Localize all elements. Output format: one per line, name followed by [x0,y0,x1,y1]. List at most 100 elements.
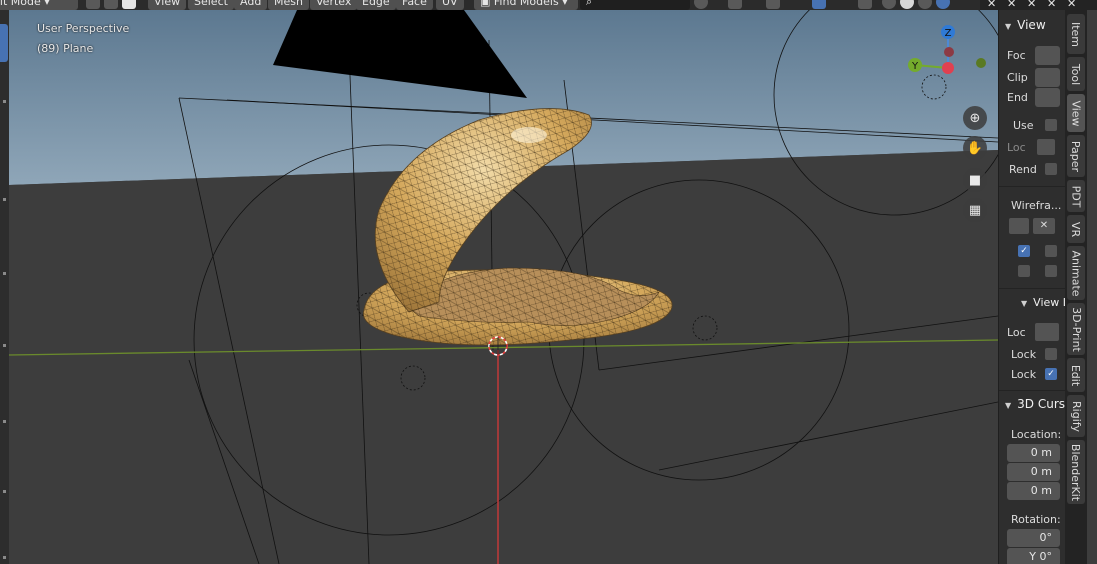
tab-paper[interactable]: Paper [1067,135,1085,177]
3d-viewport[interactable]: Z Y User Perspective (89) Plane ⊕ ✋ ■ ▦ [9,10,998,564]
select-extend-icon[interactable] [104,0,118,9]
wireframe-mode-icon[interactable] [1009,218,1029,234]
tab-rigify-label: Rigify [1069,400,1083,432]
menu-face[interactable]: Face [396,0,433,10]
use-camera-checkbox[interactable] [1045,119,1057,131]
close-icon[interactable]: ✕ [1007,0,1016,10]
close-icon[interactable]: ✕ [1047,0,1056,10]
clip-start-label: Clip [1007,71,1028,84]
close-icon[interactable]: ✕ [987,0,996,10]
tab-vr[interactable]: VR [1067,215,1085,243]
wireframe-shading-icon[interactable] [882,0,896,9]
material-shading-icon[interactable] [918,0,932,9]
view-lock-header[interactable]: ▼ View L [1021,296,1065,309]
snapping-icon[interactable] [766,0,780,9]
tab-paper-label: Paper [1069,140,1083,172]
menu-select[interactable]: Select [188,0,234,10]
viewport-scene: Z Y [9,10,998,564]
overlay-option-checkbox[interactable]: ✓ [1018,245,1030,257]
3d-cursor-title: 3D Curs [1017,397,1065,411]
tab-tool[interactable]: Tool [1067,57,1085,91]
tab-rigify[interactable]: Rigify [1067,395,1085,437]
mode-label: Edit Mode [0,0,41,8]
tool-expand-icon[interactable] [3,420,6,423]
select-box-icon[interactable] [122,0,136,9]
mode-dropdown[interactable]: Edit Mode ▾ [0,0,78,10]
ground-plane [9,150,998,564]
tab-item[interactable]: Item [1067,14,1085,54]
select-mode-icon[interactable] [86,0,100,9]
rendered-shading-icon[interactable] [936,0,950,9]
rotation-y-field[interactable]: Y 0° [1007,548,1060,564]
tool-expand-icon[interactable] [3,344,6,347]
search-input[interactable]: ⌕ [580,0,690,10]
close-icon[interactable]: ✕ [1067,0,1076,10]
3d-cursor-header[interactable]: ▼ 3D Curs [1005,397,1065,411]
overlay-option-checkbox[interactable] [1045,245,1057,257]
right-edge [1087,10,1097,564]
gizmo-y-label: Y [911,61,919,72]
location-y-field[interactable]: 0 m [1007,463,1060,481]
clip-start-field[interactable] [1035,68,1060,87]
find-models-dropdown[interactable]: ▣ Find Models ▾ [474,0,578,10]
hand-pan-icon[interactable]: ✋ [963,136,987,160]
tool-expand-icon[interactable] [3,272,6,275]
tab-view[interactable]: View [1067,94,1085,132]
location-z-field[interactable]: 0 m [1007,482,1060,500]
sidebar-tabs: Item Tool View Paper PDT VR Animate 3D-P… [1065,10,1087,564]
lock-camera-checkbox[interactable]: ✓ [1045,368,1057,380]
active-object-label: (89) Plane [37,42,94,55]
close-icon[interactable]: ✕ [1027,0,1036,10]
menu-vertex[interactable]: Vertex [310,0,358,10]
tab-animate-label: Animate [1069,249,1083,297]
rotation-x-field[interactable]: 0° [1007,529,1060,547]
tool-shelf [0,10,9,564]
clear-search-icon[interactable] [694,0,708,9]
view-panel-header[interactable]: ▼ View [1005,18,1046,32]
local-camera-label: Loc [1007,141,1026,154]
transform-pivot-icon[interactable] [728,0,742,9]
tab-animate[interactable]: Animate [1067,246,1085,300]
3d-cursor-icon[interactable] [488,336,508,356]
menu-uv[interactable]: UV [436,0,464,10]
close-icon[interactable]: ✕ [1033,218,1055,234]
tab-pdt-label: PDT [1069,185,1083,207]
menu-view[interactable]: View [148,0,187,10]
tool-expand-icon[interactable] [3,100,6,103]
focal-length-field[interactable] [1035,46,1060,65]
grid-perspective-icon[interactable]: ▦ [963,198,987,222]
clip-end-field[interactable] [1035,88,1060,107]
menu-mesh[interactable]: Mesh [268,0,309,10]
tool-expand-icon[interactable] [3,556,6,559]
tool-expand-icon[interactable] [3,490,6,493]
location-label: Location: [1011,428,1062,441]
lock-to-cursor-checkbox[interactable] [1045,348,1057,360]
menu-add[interactable]: Add [234,0,268,10]
solid-shading-icon[interactable] [900,0,914,9]
section-divider [999,186,1065,187]
tab-edit[interactable]: Edit [1067,358,1085,392]
tab-view-label: View [1069,99,1083,127]
local-camera-picker[interactable] [1037,139,1055,155]
xray-icon[interactable] [858,0,872,9]
overlays-icon[interactable] [812,0,826,9]
view-lock-title: View L [1033,296,1065,309]
active-tool-indicator[interactable] [0,24,8,62]
sidebar-panel: ▼ View Foc Clip End Use Loc Rend Wirefra.… [998,10,1065,564]
shell-highlight [511,127,547,143]
location-x-field[interactable]: 0 m [1007,444,1060,462]
menu-edge[interactable]: Edge [356,0,396,10]
tab-pdt[interactable]: PDT [1067,180,1085,212]
zoom-icon[interactable]: ⊕ [963,106,987,130]
collapse-icon: ▼ [1005,401,1012,410]
render-region-checkbox[interactable] [1045,163,1057,175]
lock-object-label: Loc [1007,326,1026,339]
tab-blenderkit[interactable]: BlenderKit [1067,440,1085,504]
lock-object-picker[interactable] [1035,323,1059,341]
overlay-option-checkbox[interactable] [1018,265,1030,277]
camera-icon[interactable]: ■ [963,168,987,192]
view-perspective-label: User Perspective [37,22,130,35]
tool-expand-icon[interactable] [3,198,6,201]
tab-3d-print[interactable]: 3D-Print [1067,303,1085,355]
overlay-option-checkbox[interactable] [1045,265,1057,277]
